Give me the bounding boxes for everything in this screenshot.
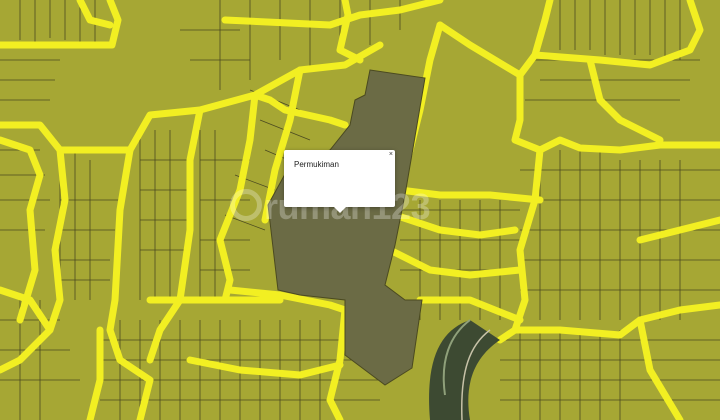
rumah123-logo-icon (230, 189, 262, 221)
popup-tail (333, 206, 347, 213)
close-icon[interactable]: × (389, 150, 393, 159)
map-viewport[interactable]: rumah123 Permukiman × (0, 0, 720, 420)
map-info-popup: Permukiman × (284, 150, 395, 207)
popup-title: Permukiman (294, 160, 339, 169)
